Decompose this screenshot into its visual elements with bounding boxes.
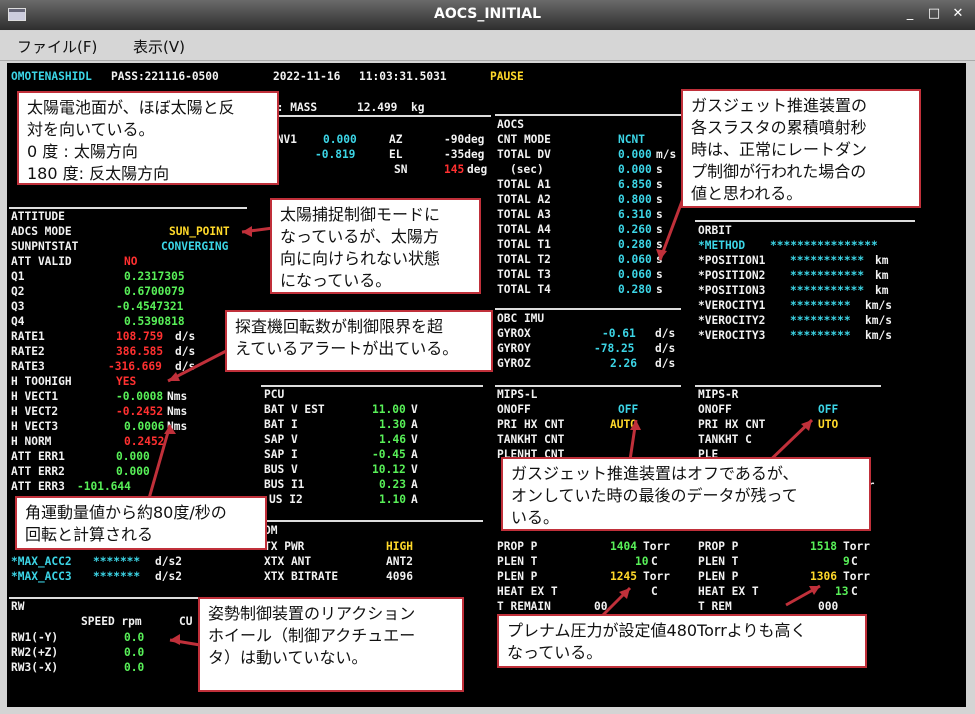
callout-rotation-alert: 探査機回転数が制御限界を超 えているアラートが出ている。	[225, 310, 493, 372]
app-window: AOCS_INITIAL _ □ ✕ ファイル(F) 表示(V) OMOTENA…	[0, 0, 975, 714]
callout-plenum-pressure: プレナム圧力が設定値480Torrよりも高く なっている。	[497, 614, 867, 668]
callout-mips-off: ガスジェット推進装置はオフであるが、 オンしていた時の最後のデータが残って いる…	[501, 457, 871, 531]
callout-reaction-wheel: 姿勢制御装置のリアクション ホイール（制御アクチュエー タ）は動いていない。	[198, 597, 464, 692]
callout-sun-point-mode: 太陽捕捉制御モードに なっているが、太陽方 向に向けられない状態 になっている。	[270, 198, 481, 294]
callout-sun-angle: 太陽電池面が、ほぼ太陽と反 対を向いている。 0 度 : 太陽方向 180 度:…	[17, 91, 279, 185]
callout-angular-momentum: 角運動量値から約80度/秒の 回転と計算される	[15, 496, 267, 550]
callout-thruster-totals: ガスジェット推進装置の 各スラスタの累積噴射秒 時は、正常にレートダン プ制御が…	[681, 89, 921, 208]
arrow-h-vect	[146, 424, 172, 503]
